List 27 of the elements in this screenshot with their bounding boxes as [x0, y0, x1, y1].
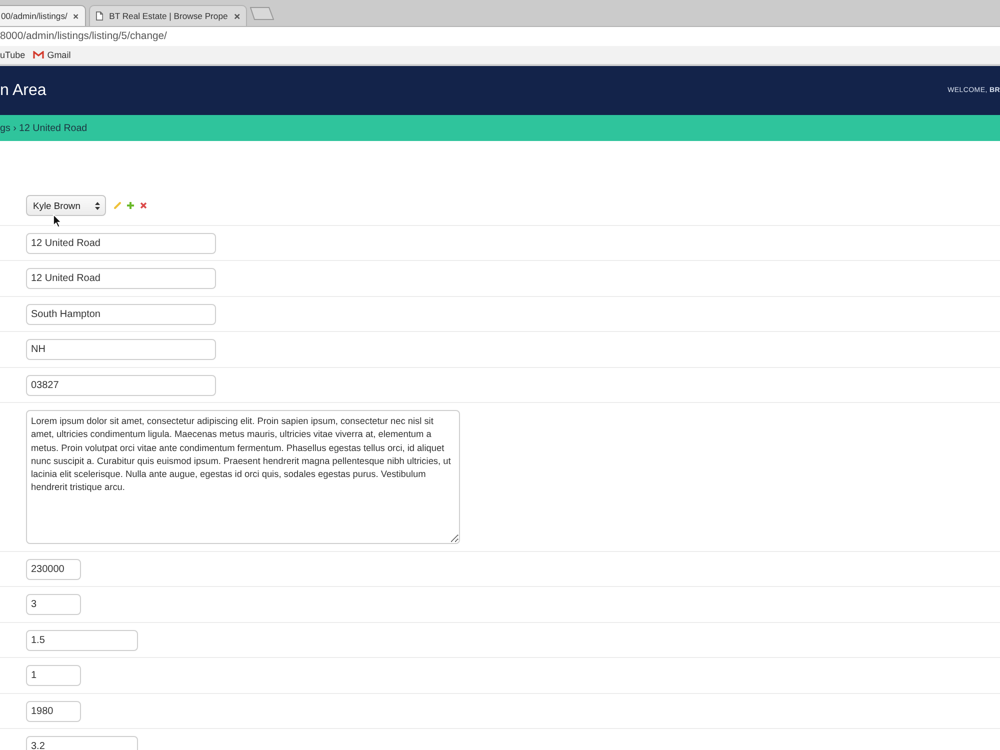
text-field[interactable]: South Hampton	[26, 304, 216, 325]
close-icon[interactable]	[73, 12, 79, 20]
text-field[interactable]: 3	[26, 594, 81, 616]
text-field[interactable]: 230000	[26, 558, 81, 580]
text-field[interactable]: 03827	[26, 374, 216, 396]
mail-icon	[33, 51, 44, 59]
bookmark-link[interactable]: Gmail	[33, 50, 71, 60]
close-icon[interactable]	[234, 12, 240, 20]
plus-icon[interactable]	[127, 202, 134, 209]
address-bar[interactable]: 8000/admin/listings/listing/5/change/	[0, 31, 167, 42]
text-field[interactable]: 12 United Road	[26, 268, 216, 290]
breadcrumb-text: gs › 12 United Road	[0, 122, 88, 134]
text-field[interactable]: 1980	[26, 700, 81, 722]
mouse-pointer-icon	[53, 214, 62, 228]
cross-icon[interactable]	[140, 202, 147, 209]
text-area[interactable]: Lorem ipsum dolor sit amet, consectetur adipiscing elit. Proin sapien ipsum, consectetur nec nisl sit amet, ultricies condimentum ligula. Maecenas metus mauris, ultricies vitae viverra at, elementum a metus. Proin volutpat orci vitae ante condimentum fermentum. Phasellus egestas tellus orci, id aliquet nunc suscipit a. Curabitur quis euismod ipsum. Praesent hendrerit magna pellentesque nibh ultricies, ut lacinia elit scelerisque. Nulla ante augue, egestas id orci quis, sodales egestas purus. Vestibulum hendrerit tristique arcu.	[26, 410, 460, 544]
text-field[interactable]: 1.5	[26, 630, 138, 651]
text-field[interactable]: NH	[26, 339, 216, 360]
browser-tab[interactable]: BT Real Estate | Browse Prope	[89, 5, 247, 26]
text-field[interactable]: 1	[26, 665, 81, 686]
browser-tab[interactable]: 00/admin/listings/	[0, 5, 86, 26]
select-field[interactable]: Kyle Brown	[26, 195, 106, 216]
up-down-arrows-icon	[95, 202, 100, 210]
text-field[interactable]: 3.2	[26, 736, 138, 750]
text-field[interactable]: 12 United Road	[26, 233, 216, 254]
bookmark-link[interactable]: uTube	[0, 50, 26, 60]
site-title: n Area	[0, 82, 46, 100]
